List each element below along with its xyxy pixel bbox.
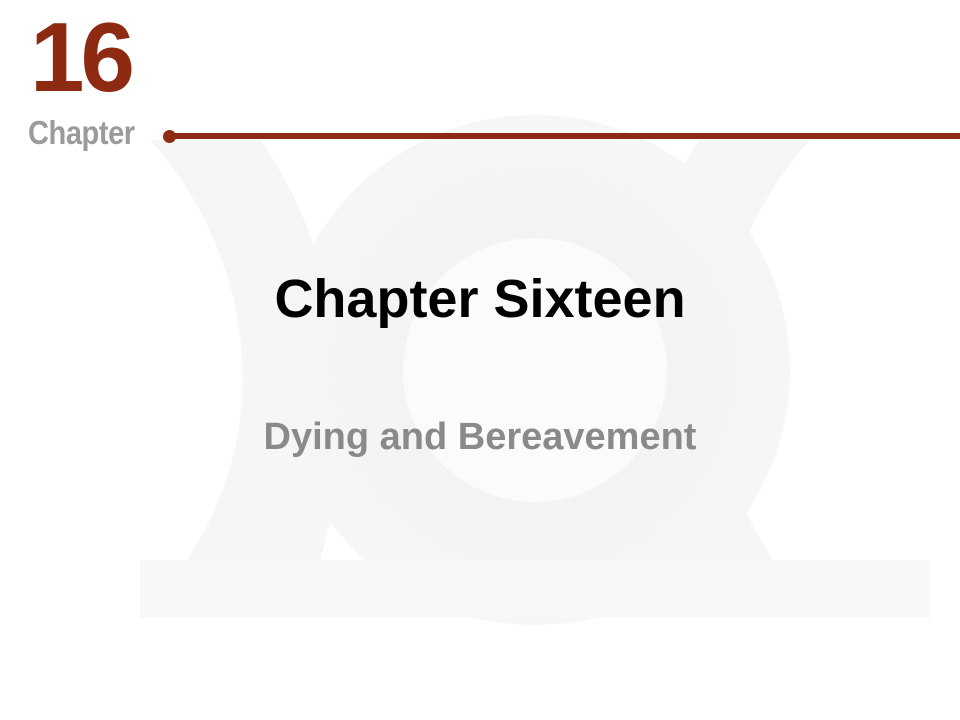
chapter-label: Chapter bbox=[28, 114, 135, 151]
header-rule-line bbox=[169, 133, 960, 139]
chapter-number: 16 bbox=[30, 2, 135, 112]
slide-title: Chapter Sixteen bbox=[274, 269, 686, 329]
slide: 16 Chapter Chapter Sixteen Dying and Ber… bbox=[0, 0, 960, 720]
slide-subtitle: Dying and Bereavement bbox=[263, 416, 697, 458]
background-watermark bbox=[140, 115, 930, 625]
